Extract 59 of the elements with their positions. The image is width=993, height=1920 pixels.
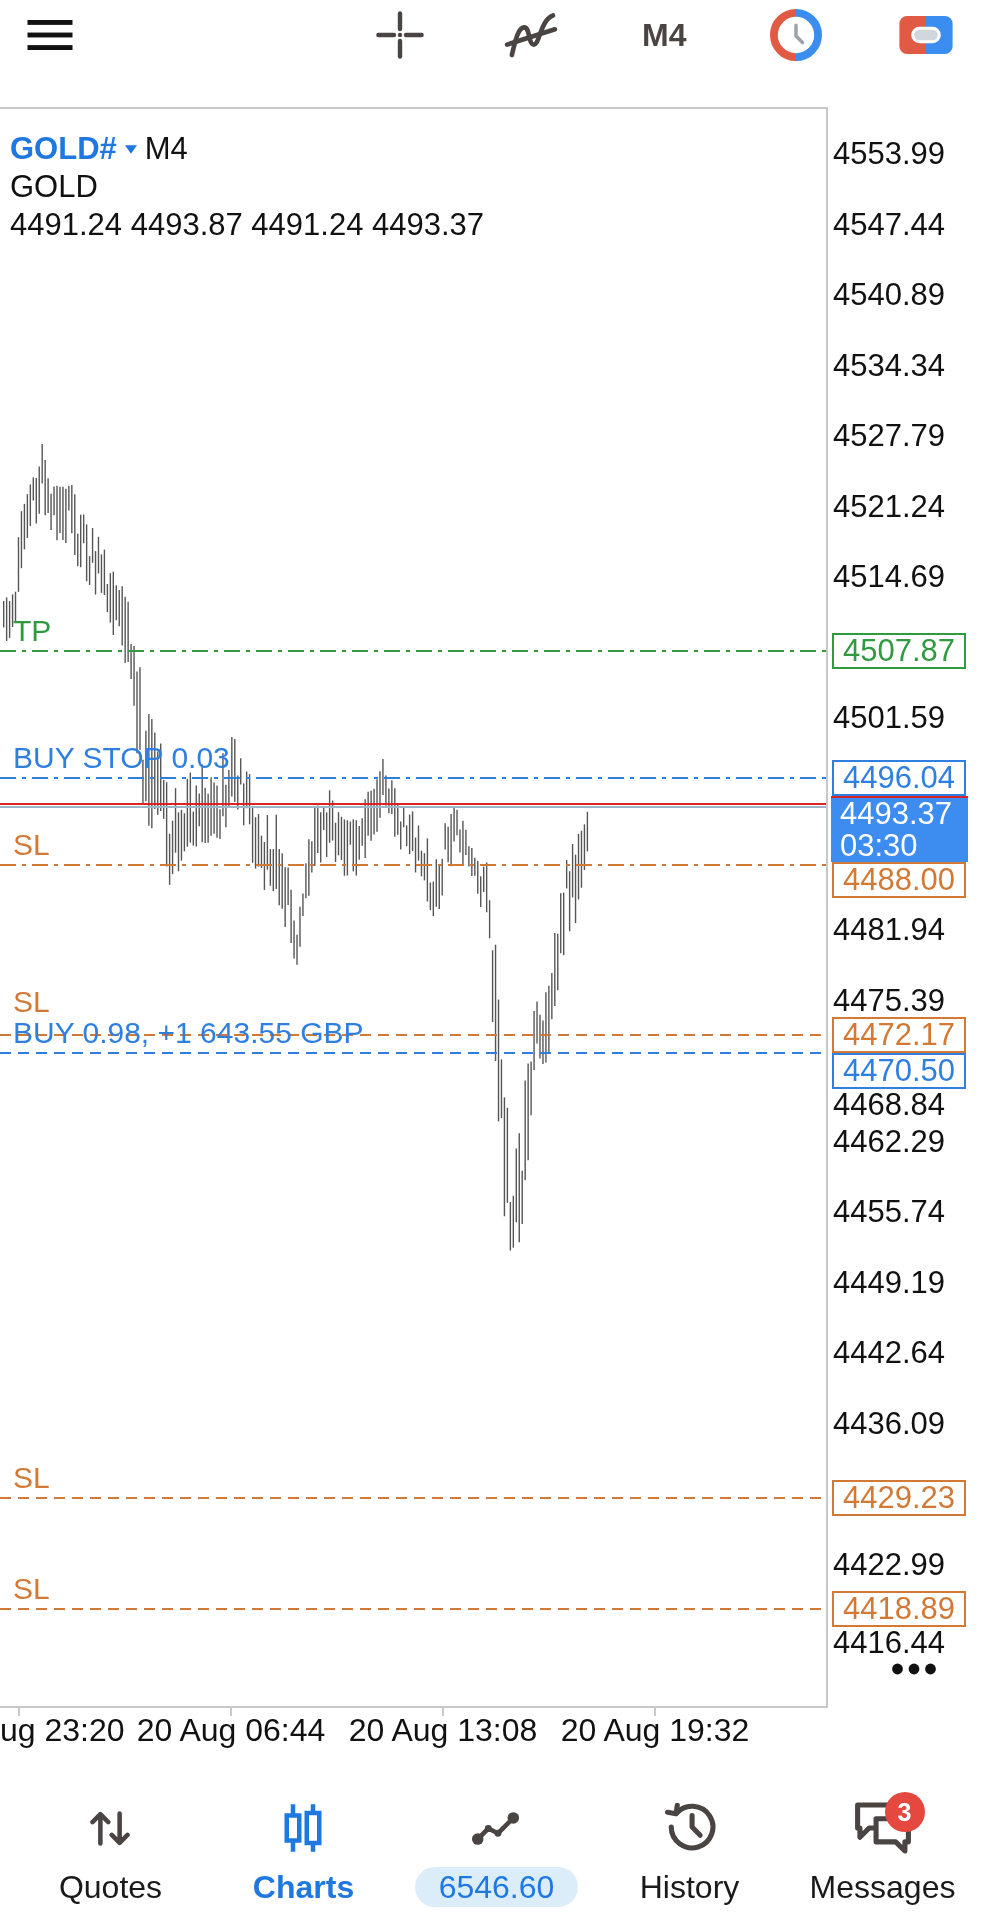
history-icon <box>663 1803 716 1853</box>
price-tick-label: 4540.89 <box>833 279 946 312</box>
price-tick-label: 4416.44 <box>833 1627 946 1660</box>
price-tag: 4507.87 <box>832 632 967 669</box>
time-label: 20 Aug 06:44 <box>136 1712 326 1748</box>
current-price: 4493.37 <box>840 798 954 831</box>
caret-icon <box>124 144 137 154</box>
timeframe-button[interactable]: M4 <box>642 17 687 53</box>
balance-pill: 6546.60 <box>414 1867 579 1907</box>
price-tick-label: 4521.24 <box>833 490 946 523</box>
price-tick-label: 4449.19 <box>833 1266 946 1299</box>
trade-toggle-icon[interactable] <box>899 16 954 54</box>
price-tag: 4470.50 <box>832 1053 967 1090</box>
price-tag: 4472.17 <box>832 1017 967 1054</box>
crosshair-icon[interactable] <box>376 11 424 59</box>
up-down-arrows-icon <box>89 1810 132 1846</box>
price-tick-label: 4475.39 <box>833 984 946 1017</box>
price-tick-label: 4462.29 <box>833 1125 946 1158</box>
nav-tab[interactable]: 3 Messages <box>807 1790 958 1907</box>
order-label: SL <box>13 829 50 860</box>
price-tag: 4429.23 <box>832 1479 967 1516</box>
price-tick-label: 4455.74 <box>833 1196 946 1229</box>
price-tick-label: 4422.99 <box>833 1549 946 1581</box>
time-label: 20 Aug 13:08 <box>348 1712 538 1748</box>
price-tick-label: 4468.84 <box>833 1089 946 1122</box>
price-tag: 4418.89 <box>832 1591 967 1628</box>
more-icon[interactable] <box>891 1663 937 1675</box>
time-label: 20 Aug 19:32 <box>560 1712 750 1748</box>
symbol-button[interactable]: GOLD# <box>10 130 145 168</box>
nav-tab[interactable]: 6546.60 <box>412 1790 581 1907</box>
price-tick-label: 4534.34 <box>833 349 946 382</box>
price-tag: 4488.00 <box>832 862 967 899</box>
order-label: SL <box>13 1462 50 1493</box>
price-tick-label: 4547.44 <box>833 208 946 241</box>
indicator-icon[interactable] <box>504 12 558 58</box>
price-tag: 4496.04 <box>832 760 967 797</box>
candlestick-icon <box>283 1803 324 1853</box>
time-label: ug 23:20 <box>0 1712 125 1748</box>
price-tick-label: 4442.64 <box>833 1337 946 1370</box>
symbol-description: GOLD <box>10 169 98 204</box>
order-label: SL <box>13 1574 50 1605</box>
price-tick-label: 4501.59 <box>833 702 946 735</box>
bar-countdown: 03:30 <box>840 830 919 863</box>
chart-timeframe: M4 <box>144 130 188 168</box>
menu-icon[interactable] <box>27 20 73 50</box>
message-count-badge: 3 <box>884 1792 925 1832</box>
nav-tab[interactable]: History <box>637 1790 742 1907</box>
price-tick-label: 4436.09 <box>833 1407 946 1440</box>
price-tick-label: 4527.79 <box>833 420 946 453</box>
price-tick-label: 4514.69 <box>833 561 946 594</box>
line-graph-icon <box>471 1810 522 1846</box>
ohlc-values: 4491.24 4493.87 4491.24 4493.37 <box>10 207 485 242</box>
nav-tab[interactable]: Charts <box>250 1790 357 1907</box>
price-tick-label: 4481.94 <box>833 914 946 947</box>
nav-tab[interactable]: Quotes <box>56 1790 165 1907</box>
price-tick-label: 4553.99 <box>833 138 946 170</box>
clock-ring-icon[interactable] <box>770 9 823 61</box>
order-label: TP <box>13 615 52 646</box>
order-label: SL <box>13 987 50 1018</box>
